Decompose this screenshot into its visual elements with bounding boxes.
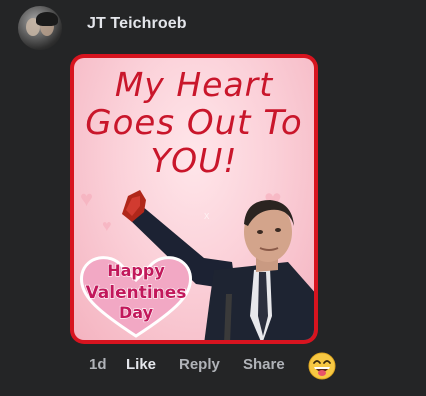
sticker-headline: My Heart Goes Out To YOU! [74,66,314,180]
grinning-tongue-emoji-icon[interactable] [308,352,336,380]
comment-author-name[interactable]: JT Teichroeb [87,15,187,33]
share-button[interactable]: Share [243,356,285,373]
background-heart-icon: ♥ [80,186,94,211]
badge-line-day: Day [119,303,154,322]
badge-line-valentines: Valentines [86,283,187,303]
sticker-card: ♥ ♥ ♥ ♥ My Heart Goes Out To YOU! [74,58,314,340]
sticker-headline-line: Goes Out To [85,103,303,143]
valentines-badge: Happy Valentines Day [79,256,193,338]
badge-line-happy: Happy [107,261,165,280]
sticker-watermark: X [204,212,210,221]
avatar[interactable] [18,6,62,50]
reply-button[interactable]: Reply [179,356,220,373]
comment-sticker[interactable]: ♥ ♥ ♥ ♥ My Heart Goes Out To YOU! [70,54,318,344]
comment-actions: 1d Like Reply Share [0,352,426,380]
sticker-headline-line: My Heart [114,65,274,104]
avatar-hair [36,12,58,26]
like-button[interactable]: Like [126,356,156,373]
background-heart-icon: ♥ [102,218,112,235]
comment-timestamp[interactable]: 1d [89,356,107,373]
